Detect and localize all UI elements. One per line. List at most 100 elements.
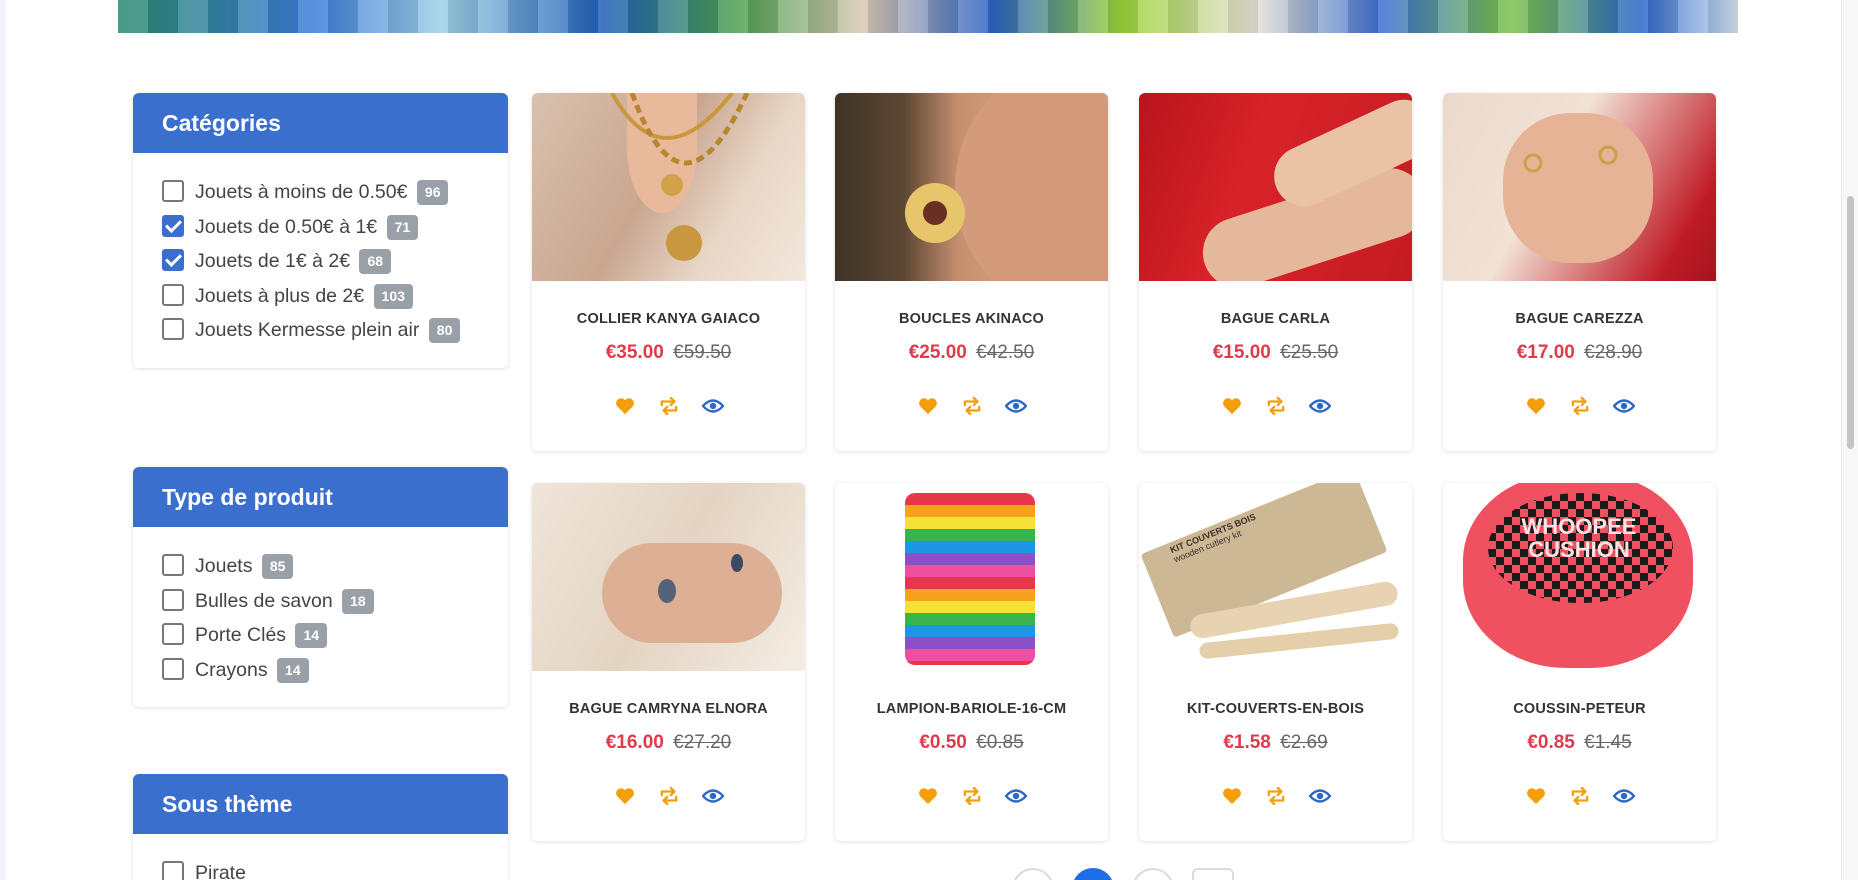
filter-option[interactable]: Pirate	[162, 856, 508, 880]
eye-icon[interactable]	[701, 785, 724, 807]
filter-checkbox[interactable]	[162, 214, 184, 237]
compare-icon[interactable]	[1265, 395, 1287, 417]
pagination-prev[interactable]	[1012, 868, 1054, 880]
product-image[interactable]	[835, 93, 1108, 281]
filter-sub-theme: Sous thème Pirate	[133, 774, 508, 880]
product-name[interactable]: COLLIER KANYA GAIACO	[532, 311, 805, 327]
heart-icon[interactable]	[1221, 395, 1243, 417]
cushion-print-2: CUSHION	[1528, 537, 1630, 562]
filter-option-text: Porte Clés 14	[195, 618, 508, 653]
product-card[interactable]: BAGUE CAREZZA €17.00 €28.90	[1443, 93, 1716, 451]
filter-count-badge: 14	[295, 623, 328, 649]
eye-icon[interactable]	[1004, 785, 1027, 807]
product-card[interactable]: KIT COUVERTS BOIS wooden cutlery kit KIT…	[1139, 483, 1412, 841]
main-panel: Catégories Jouets à moins de 0.50€ 96 Jou…	[6, 0, 1841, 880]
product-image[interactable]	[835, 483, 1108, 671]
compare-icon[interactable]	[1569, 785, 1591, 807]
product-card[interactable]: BOUCLES AKINACO €25.00 €42.50	[835, 93, 1108, 451]
filter-option[interactable]: Bulles de savon 18	[162, 584, 508, 619]
product-price: €1.58 €2.69	[1139, 732, 1412, 754]
filter-count-badge: 103	[373, 283, 413, 309]
product-price: €0.50 €0.85	[835, 732, 1108, 754]
compare-icon[interactable]	[961, 785, 983, 807]
filter-checkbox[interactable]	[162, 657, 184, 680]
price-original: €2.69	[1280, 732, 1328, 753]
filter-option[interactable]: Crayons 14	[162, 653, 508, 688]
filter-checkbox[interactable]	[162, 861, 184, 880]
product-image[interactable]: KIT COUVERTS BOIS wooden cutlery kit	[1139, 483, 1412, 671]
filter-option-text: Jouets à moins de 0.50€ 96	[195, 175, 508, 210]
filter-checkbox[interactable]	[162, 623, 184, 645]
heart-icon[interactable]	[1525, 395, 1547, 417]
filter-checkbox[interactable]	[162, 554, 184, 576]
pagination-next[interactable]	[1192, 868, 1234, 880]
eye-icon[interactable]	[701, 395, 724, 417]
scrollbar-thumb[interactable]	[1847, 196, 1854, 449]
filter-option-text: Jouets à plus de 2€ 103	[195, 279, 508, 314]
compare-icon[interactable]	[658, 395, 680, 417]
price-original: €0.85	[976, 732, 1024, 753]
filter-checkbox[interactable]	[162, 249, 184, 271]
heart-icon[interactable]	[614, 395, 636, 417]
filter-option[interactable]: Jouets à plus de 2€ 103	[162, 279, 508, 314]
eye-icon[interactable]	[1612, 395, 1635, 417]
eye-icon[interactable]	[1004, 395, 1027, 417]
compare-icon[interactable]	[1569, 395, 1591, 417]
product-card[interactable]: LAMPION-BARIOLE-16-CM €0.50 €0.85	[835, 483, 1108, 841]
filter-option-label: Bulles de savon	[195, 589, 333, 612]
product-name[interactable]: LAMPION-BARIOLE-16-CM	[835, 701, 1108, 717]
product-name[interactable]: BAGUE CAREZZA	[1443, 311, 1716, 327]
price-original: €25.50	[1280, 342, 1339, 363]
filter-checkbox[interactable]	[162, 588, 184, 611]
price-current: €15.00	[1212, 342, 1271, 363]
price-original: €42.50	[976, 342, 1035, 363]
filter-option[interactable]: Jouets de 1€ à 2€ 68	[162, 244, 508, 279]
scrollbar[interactable]	[1841, 0, 1858, 880]
compare-icon[interactable]	[1265, 785, 1287, 807]
compare-icon[interactable]	[658, 785, 680, 807]
product-image[interactable]: WHOOPEE CUSHION	[1443, 483, 1716, 671]
eye-icon[interactable]	[1308, 785, 1331, 807]
product-card[interactable]: WHOOPEE CUSHION COUSSIN-PETEUR €0.85 €1.…	[1443, 483, 1716, 841]
product-price: €17.00 €28.90	[1443, 342, 1716, 364]
filter-option[interactable]: Porte Clés 14	[162, 618, 508, 653]
filter-categories: Catégories Jouets à moins de 0.50€ 96 Jou…	[133, 93, 508, 368]
filter-checkbox[interactable]	[162, 180, 184, 202]
product-actions	[1139, 785, 1412, 807]
pagination-page-active[interactable]	[1072, 868, 1114, 880]
filter-product-type: Type de produit Jouets 85 Bulles de savon…	[133, 467, 508, 707]
product-image[interactable]	[532, 93, 805, 281]
filter-option[interactable]: Jouets 85	[162, 549, 508, 584]
heart-icon[interactable]	[1525, 785, 1547, 807]
product-card[interactable]: BAGUE CAMRYNA ELNORA €16.00 €27.20	[532, 483, 805, 841]
heart-icon[interactable]	[917, 785, 939, 807]
product-image[interactable]	[1139, 93, 1412, 281]
product-name[interactable]: COUSSIN-PETEUR	[1443, 701, 1716, 717]
filter-sub-theme-title: Sous thème	[133, 774, 508, 834]
product-image[interactable]	[532, 483, 805, 671]
filter-option[interactable]: Jouets Kermesse plein air 80	[162, 313, 508, 348]
product-name[interactable]: BAGUE CAMRYNA ELNORA	[532, 701, 805, 717]
filter-option[interactable]: Jouets de 0.50€ à 1€ 71	[162, 210, 508, 245]
filter-checkbox[interactable]	[162, 318, 184, 340]
price-current: €1.58	[1223, 732, 1271, 753]
filter-checkbox[interactable]	[162, 283, 184, 306]
product-actions	[532, 785, 805, 807]
filter-product-type-title: Type de produit	[133, 467, 508, 527]
eye-icon[interactable]	[1612, 785, 1635, 807]
eye-icon[interactable]	[1308, 395, 1331, 417]
heart-icon[interactable]	[614, 785, 636, 807]
pagination-page[interactable]	[1132, 868, 1174, 880]
product-name[interactable]: KIT-COUVERTS-EN-BOIS	[1139, 701, 1412, 717]
filter-product-type-list: Jouets 85 Bulles de savon 18 Porte Clés 14…	[133, 527, 508, 707]
product-card[interactable]: BAGUE CARLA €15.00 €25.50	[1139, 93, 1412, 451]
heart-icon[interactable]	[917, 395, 939, 417]
product-name[interactable]: BOUCLES AKINACO	[835, 311, 1108, 327]
compare-icon[interactable]	[961, 395, 983, 417]
product-card[interactable]: COLLIER KANYA GAIACO €35.00 €59.50	[532, 93, 805, 451]
filter-option-text: Crayons 14	[195, 653, 508, 688]
filter-option[interactable]: Jouets à moins de 0.50€ 96	[162, 175, 508, 210]
product-name[interactable]: BAGUE CARLA	[1139, 311, 1412, 327]
product-image[interactable]	[1443, 93, 1716, 281]
heart-icon[interactable]	[1221, 785, 1243, 807]
